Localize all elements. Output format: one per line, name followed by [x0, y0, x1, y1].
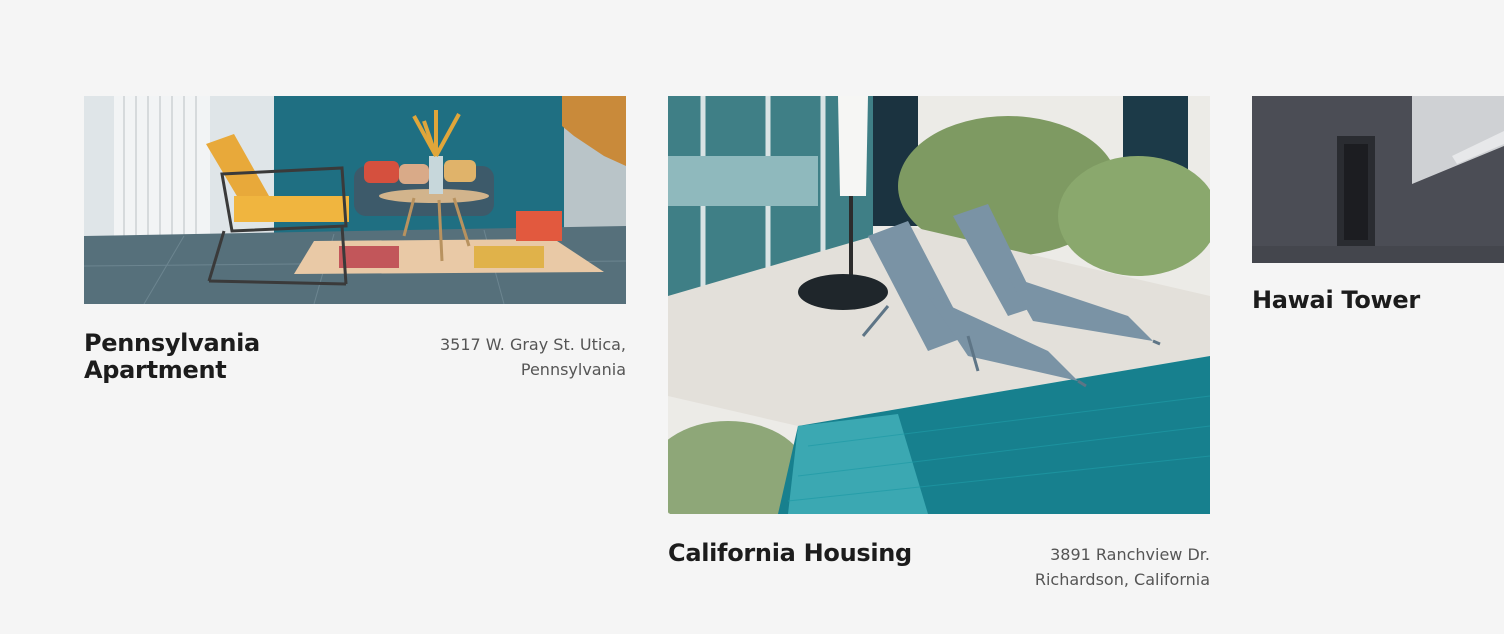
address-line-1: 3517 W. Gray St. Utica, [439, 335, 626, 354]
address-line-2: Pennsylvania [520, 360, 626, 379]
building-facade-photo[interactable] [1252, 96, 1504, 263]
listing-card-pennsylvania[interactable]: Pennsylvania Apartment 3517 W. Gray St. … [84, 96, 626, 384]
pool-deck-photo[interactable] [668, 96, 1210, 514]
living-room-photo[interactable] [84, 96, 626, 304]
listing-title[interactable]: California Housing [668, 540, 912, 567]
listing-title[interactable]: Hawai Tower [1252, 287, 1420, 314]
listing-title[interactable]: Pennsylvania Apartment [84, 330, 274, 384]
listing-address: 3517 W. Gray St. Utica, Pennsylvania [440, 332, 626, 382]
address-line-1: 3891 Ranchview Dr. [1050, 545, 1210, 564]
listing-card-california[interactable]: California Housing 3891 Ranchview Dr. Ri… [668, 96, 1210, 592]
address-line-2: Richardson, California [1034, 570, 1210, 589]
listing-address: 3891 Ranchview Dr. Richardson, Californi… [1035, 542, 1210, 592]
listing-card-hawai[interactable]: Hawai Tower [1252, 96, 1504, 314]
